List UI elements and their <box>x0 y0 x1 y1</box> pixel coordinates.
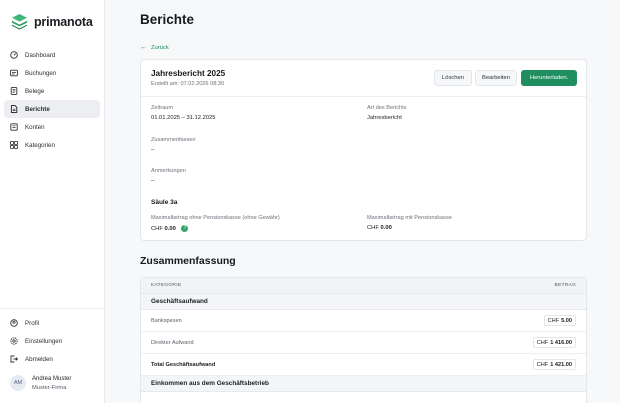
page-title: Berichte <box>140 12 195 27</box>
amount: 0.00 <box>164 226 176 233</box>
amount: 1 416.00 <box>550 339 572 346</box>
nav-label: Dashboard <box>25 51 56 59</box>
report-card: Jahresbericht 2025 Erstellt am: 07.02.20… <box>140 59 587 241</box>
amount: 0.00 <box>380 225 392 231</box>
app-name: primanota <box>34 14 93 29</box>
back-label: Zurück <box>151 44 169 51</box>
arrow-left-icon: ← <box>140 44 147 51</box>
accounts-icon <box>10 123 18 131</box>
period-label: Zeitraum <box>151 105 174 111</box>
row-label: Total Geschäftsaufwand <box>151 362 216 368</box>
nav-item-kategorien[interactable]: Kategorien <box>4 136 100 154</box>
nav-item-profil[interactable]: Profil <box>4 314 100 332</box>
max-pk-value: CHF 0.00 <box>367 225 392 231</box>
nav-label: Konten <box>25 123 45 131</box>
type-label: Art des Berichts <box>367 105 407 111</box>
report-header: Jahresbericht 2025 Erstellt am: 07.02.20… <box>141 60 586 97</box>
nav-item-konten[interactable]: Konten <box>4 118 100 136</box>
sidebar: primanota Dashboard Buchungen Belege Ber… <box>0 0 105 403</box>
nav-item-buchungen[interactable]: Buchungen <box>4 64 100 82</box>
info-icon[interactable]: ? <box>181 225 189 232</box>
dashboard-icon <box>10 51 18 59</box>
col-amount: BETRAG <box>554 283 576 288</box>
currency: CHF <box>536 339 549 346</box>
row-amount: CHF 1 416.00 <box>532 337 576 348</box>
download-button[interactable]: Herunterladen. <box>521 70 577 86</box>
row-label: Bankspesen <box>151 318 182 324</box>
user-name: Andrea Muster <box>32 375 72 382</box>
summary-value: – <box>151 147 155 153</box>
group-title: Einkommen aus dem Geschäftsbetrieb <box>151 380 269 387</box>
group-header: Einkommen aus dem Geschäftsbetrieb <box>141 376 586 392</box>
logo[interactable]: primanota <box>11 13 93 30</box>
nav-item-einstellungen[interactable]: Einstellungen <box>4 332 100 350</box>
table-row: Direkter Aufwand CHF 1 416.00 <box>141 332 586 354</box>
nav-label: Einstellungen <box>25 337 63 345</box>
bottom-nav: Profil Einstellungen Abmelden <box>4 314 100 368</box>
nav-label: Kategorien <box>25 141 55 149</box>
nav-item-belege[interactable]: Belege <box>4 82 100 100</box>
nav-label: Belege <box>25 87 45 95</box>
currency: CHF <box>367 225 379 231</box>
amount: 5.00 <box>561 317 572 324</box>
settings-icon <box>10 337 18 345</box>
receipt-icon <box>10 87 18 95</box>
currency: CHF <box>151 226 163 233</box>
notes-value: – <box>151 178 155 184</box>
nav-item-dashboard[interactable]: Dashboard <box>4 46 100 64</box>
pillar-title: Säule 3a <box>151 199 178 206</box>
table-row: Bankspesen CHF 5.00 <box>141 310 586 332</box>
row-amount: CHF 1 421.00 <box>532 359 576 370</box>
bookings-icon <box>10 69 18 77</box>
period-value: 01.01.2025 – 31.12.2025 <box>151 115 216 121</box>
main-nav: Dashboard Buchungen Belege Berichte Kont… <box>4 46 100 154</box>
notes-label: Anmerkungen <box>151 168 186 174</box>
currency: CHF <box>536 361 549 368</box>
max-no-pk-value: CHF 0.00 ? <box>151 225 189 233</box>
col-category: KATEGORIE <box>151 283 182 288</box>
nav-label: Abmelden <box>25 355 53 363</box>
nav-label: Profil <box>25 319 40 327</box>
row-label: Direkter Aufwand <box>151 340 194 346</box>
nav-item-berichte[interactable]: Berichte <box>4 100 100 118</box>
back-link[interactable]: ← Zurück <box>140 44 169 51</box>
table-header: KATEGORIE BETRAG <box>141 278 586 294</box>
amount: 1 421.00 <box>550 361 572 368</box>
avatar: AM <box>10 375 26 391</box>
max-no-pk-label: Maximalbetrag ohne Pensionskasse (ohne G… <box>151 215 280 221</box>
report-icon <box>10 105 18 113</box>
delete-button[interactable]: Löschen <box>434 70 472 86</box>
user-profile[interactable]: AM Andrea Muster Muster-Firma <box>10 375 71 391</box>
profile-icon <box>10 319 18 327</box>
summary-table: KATEGORIE BETRAG Geschäftsaufwand Banksp… <box>140 277 587 403</box>
logout-icon <box>10 355 18 363</box>
nav-label: Buchungen <box>25 69 57 77</box>
edit-button[interactable]: Bearbeiten <box>475 70 517 86</box>
nav-item-abmelden[interactable]: Abmelden <box>4 350 100 368</box>
summary-label: Zusammenfassen <box>151 137 196 143</box>
group-header: Geschäftsaufwand <box>141 294 586 310</box>
nav-label: Berichte <box>25 105 50 113</box>
user-firm: Muster-Firma <box>32 384 67 391</box>
logo-icon <box>11 13 28 30</box>
report-title: Jahresbericht 2025 <box>151 69 226 78</box>
type-value: Jahresbericht <box>367 115 402 121</box>
report-created: Erstellt am: 07.02.2026 08:30 <box>151 81 225 87</box>
group-title: Geschäftsaufwand <box>151 298 208 305</box>
currency: CHF <box>547 317 560 324</box>
row-amount: CHF 5.00 <box>543 315 576 326</box>
max-pk-label: Maximalbetrag mit Pensionskasse <box>367 215 452 221</box>
sidebar-divider <box>0 308 104 309</box>
categories-icon <box>10 141 18 149</box>
table-row-total: Total Geschäftsaufwand CHF 1 421.00 <box>141 354 586 376</box>
summary-title: Zusammenfassung <box>140 255 236 267</box>
